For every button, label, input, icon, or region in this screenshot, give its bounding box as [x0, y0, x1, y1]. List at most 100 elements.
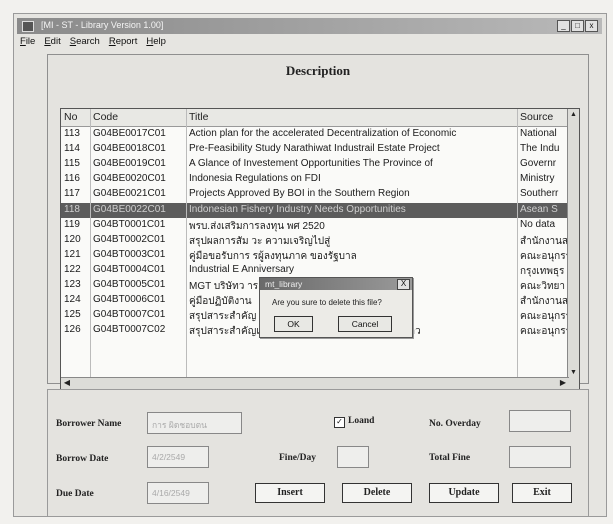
table-row[interactable]: 118 G04BE0022C01 Indonesian Fishery Indust… [61, 202, 579, 218]
due-date-field[interactable]: 4/16/2549 [147, 482, 209, 504]
scroll-up-icon[interactable]: ▲ [569, 110, 578, 119]
cell-code: G04BT0004C01 [93, 263, 166, 275]
cell-code: G04BE0022C01 [93, 203, 166, 215]
app-icon [22, 21, 34, 32]
cell-no: 119 [64, 218, 80, 230]
menu-file[interactable]: File [20, 36, 35, 50]
cell-source: คณะอนุกรร [520, 250, 571, 262]
menu-report[interactable]: Report [109, 36, 138, 50]
overday-field[interactable] [509, 410, 571, 432]
confirm-delete-dialog: mt_library X Are you sure to delete this… [259, 277, 413, 338]
cell-code: G04BT0007C01 [93, 309, 166, 321]
table-row[interactable]: 122 G04BT0004C01 Industrial E Anniversary ก… [61, 263, 579, 278]
window-title: [MI - ST - Library Version 1.00] [41, 20, 164, 30]
dialog-message: Are you sure to delete this file? [272, 298, 382, 307]
cell-code: G04BE0019C01 [93, 158, 166, 170]
cell-code: G04BT0003C01 [93, 248, 166, 260]
cell-source: Asean S [520, 203, 558, 215]
application-window: [MI - ST - Library Version 1.00] _ □ x F… [13, 13, 607, 517]
cell-no: 123 [64, 279, 81, 290]
horizontal-scrollbar[interactable]: ◀ ▶ [61, 377, 569, 389]
table-row[interactable]: 120 G04BT0002C01 สรุปผลการสัม วะ ความเจริญ… [61, 233, 579, 248]
cell-source: Ministry [520, 173, 555, 185]
cell-code: G04BE0017C01 [93, 128, 166, 139]
due-date-label: Due Date [56, 489, 94, 499]
minimize-button[interactable]: _ [557, 20, 570, 32]
delete-button[interactable]: Delete [342, 483, 412, 503]
cell-source: กรุงเทพธุร [520, 265, 565, 277]
cell-source: สำนักงานส [520, 235, 569, 247]
cell-source: No data [520, 218, 556, 230]
col-header-source[interactable]: Source [520, 111, 572, 123]
borrower-name-field[interactable]: การ ผิดชอบตน [147, 412, 242, 434]
ok-button[interactable]: OK [274, 316, 313, 332]
cell-no: 121 [64, 248, 81, 260]
col-header-title[interactable]: Title [189, 111, 519, 123]
table-row[interactable]: 121 G04BT0003C01 คู่มือขอรับการ รผู้ลงทุนภ… [61, 248, 579, 263]
table-row[interactable]: 117 G04BE0021C01 Projects Approved By BOI … [61, 187, 579, 202]
table-row[interactable]: 119 G04BT0001C01 พรบ.ส่งเสริมการลงทุน พศ 2… [61, 218, 579, 233]
cell-code: G04BT0005C01 [93, 279, 166, 290]
cell-title: Projects Approved By BOI in the Southern… [189, 188, 410, 200]
scroll-left-icon[interactable]: ◀ [62, 378, 72, 388]
vertical-scrollbar[interactable]: ▲ ▼ [567, 109, 579, 389]
cell-no: 116 [64, 173, 80, 185]
cell-source: คณะวิทยา [520, 281, 566, 292]
grid-divider [517, 109, 518, 389]
loand-label: Loand [348, 416, 375, 426]
scroll-down-icon[interactable]: ▼ [569, 368, 578, 377]
table-row[interactable]: 116 G04BE0020C01 Indonesia Regulations on … [61, 172, 579, 187]
table-row[interactable]: 115 G04BE0019C01 A Glance of Investement O… [61, 157, 579, 172]
cell-source: Governr [520, 158, 557, 170]
insert-button[interactable]: Insert [255, 483, 325, 503]
cell-title: Indonesian Fishery Industry Needs Opport… [189, 203, 406, 215]
menu-search[interactable]: Search [70, 36, 100, 50]
cell-title: คู่มือขอรับการ รผู้ลงทุนภาค ของรัฐบาล [189, 250, 357, 262]
cell-source: The Indu [520, 143, 560, 155]
update-button[interactable]: Update [429, 483, 499, 503]
table-row[interactable]: 114 G04BE0018C01 Pre-Feasibility Study Nar… [61, 142, 579, 157]
cell-code: G04BT0002C01 [93, 233, 166, 245]
cell-no: 120 [64, 233, 81, 245]
cell-title: A Glance of Investement Opportunities Th… [189, 158, 433, 170]
exit-button[interactable]: Exit [512, 483, 572, 503]
borrower-name-label: Borrower Name [56, 419, 122, 429]
overday-label: No. Overday [429, 419, 481, 429]
cell-no: 115 [64, 158, 80, 170]
menu-bar: File Edit Search Report Help [16, 36, 166, 50]
cell-code: G04BE0020C01 [93, 173, 166, 185]
col-header-code[interactable]: Code [93, 111, 185, 123]
grid-header: No Code Title Source [61, 109, 579, 127]
cell-no: 117 [64, 188, 80, 200]
maximize-button[interactable]: □ [571, 20, 584, 32]
borrow-date-field[interactable]: 4/2/2549 [147, 446, 209, 468]
cell-title: Industrial E Anniversary [189, 263, 295, 275]
loand-checkbox[interactable]: ✓ [334, 417, 345, 428]
total-fine-label: Total Fine [429, 453, 471, 463]
col-header-no[interactable]: No [64, 111, 90, 123]
cell-title: Pre-Feasibility Study Narathiwat Industr… [189, 143, 440, 155]
dialog-close-button[interactable]: X [397, 279, 410, 290]
cell-code: G04BT0006C01 [93, 294, 166, 306]
menu-edit[interactable]: Edit [44, 36, 60, 50]
cell-no: 118 [64, 203, 80, 215]
fine-day-label: Fine/Day [279, 453, 316, 463]
cell-title: สรุปผลการสัม วะ ความเจริญไปสู่ [189, 235, 331, 247]
cell-source: Southerr [520, 188, 559, 200]
cancel-button[interactable]: Cancel [338, 316, 392, 332]
total-fine-field[interactable] [509, 446, 571, 468]
cell-title: พรบ.ส่งเสริมการลงทุน พศ 2520 [189, 220, 325, 232]
cell-no: 113 [64, 128, 80, 139]
cell-no: 124 [64, 294, 81, 306]
table-row[interactable]: 113 G04BE0017C01 Action plan for the accel… [61, 127, 579, 142]
scroll-right-icon[interactable]: ▶ [558, 378, 568, 388]
menu-help[interactable]: Help [146, 36, 166, 50]
dialog-title: mt_library [265, 279, 303, 289]
cell-no: 125 [64, 309, 81, 321]
borrow-form: Borrower Name การ ผิดชอบตน ✓ Loand No. O… [47, 389, 589, 517]
fine-day-field[interactable] [337, 446, 369, 468]
grid-divider [90, 109, 91, 389]
records-grid[interactable]: No Code Title Source 113 G04BE0017C01 Acti… [60, 108, 580, 390]
cell-no: 114 [64, 143, 80, 155]
close-button[interactable]: x [585, 20, 598, 32]
